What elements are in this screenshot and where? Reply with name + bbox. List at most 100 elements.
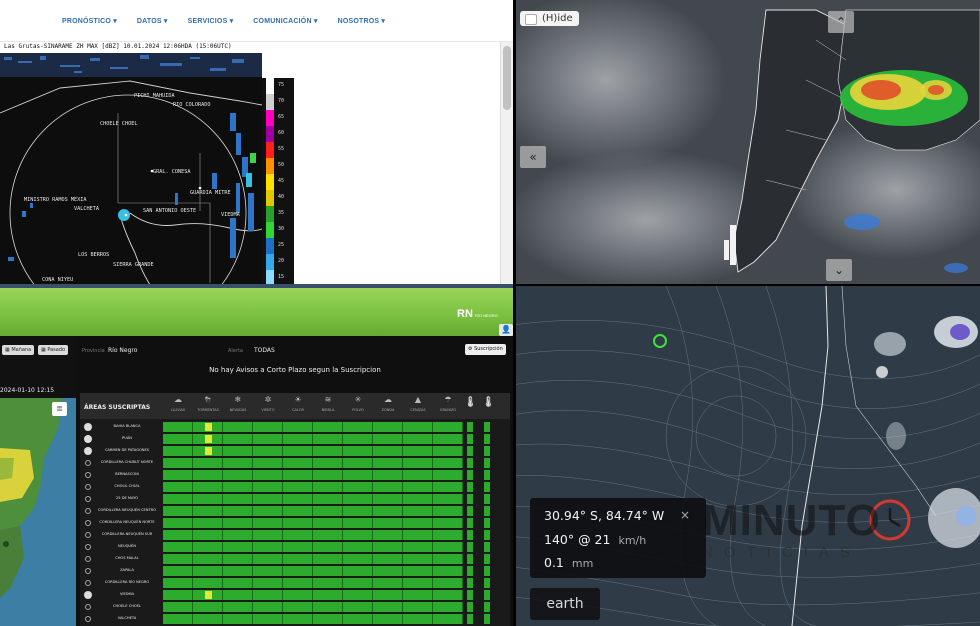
- hazard-cell[interactable]: [373, 602, 403, 612]
- hazard-cell[interactable]: [313, 446, 343, 456]
- hazard-cell[interactable]: [193, 542, 223, 552]
- hazard-cell[interactable]: [433, 494, 463, 504]
- manana-button[interactable]: ▦ Mañana: [2, 345, 35, 355]
- hazard-cell[interactable]: [433, 470, 463, 480]
- hazard-cell[interactable]: [193, 602, 223, 612]
- hazard-cell[interactable]: [163, 482, 193, 492]
- hazard-cell[interactable]: [223, 434, 253, 444]
- hazard-cell[interactable]: [163, 470, 193, 480]
- hazard-cell[interactable]: [313, 422, 343, 432]
- hazard-cell[interactable]: [373, 578, 403, 588]
- hazard-cell[interactable]: [283, 422, 313, 432]
- hazard-cell[interactable]: [283, 566, 313, 576]
- hazard-cell[interactable]: [163, 434, 193, 444]
- heat-cell[interactable]: [467, 554, 473, 564]
- hazard-cell[interactable]: [313, 554, 343, 564]
- hazard-cell[interactable]: [193, 566, 223, 576]
- hazard-cell[interactable]: [163, 578, 193, 588]
- hazard-cell[interactable]: [343, 422, 373, 432]
- hazard-cell[interactable]: [163, 494, 193, 504]
- heat-cell[interactable]: [467, 422, 473, 432]
- hazard-cell[interactable]: [283, 506, 313, 516]
- heat-cell[interactable]: [467, 482, 473, 492]
- subscription-button[interactable]: ⚙ Suscripción: [465, 344, 506, 355]
- hazard-cell[interactable]: [343, 554, 373, 564]
- area-checkbox[interactable]: [85, 532, 91, 538]
- location-marker[interactable]: [653, 334, 667, 348]
- hazard-cell[interactable]: [433, 506, 463, 516]
- hazard-cell[interactable]: [403, 446, 433, 456]
- page-scrollbar[interactable]: [500, 42, 513, 285]
- hazard-cell[interactable]: [403, 530, 433, 540]
- hazard-cell[interactable]: [223, 446, 253, 456]
- area-checkbox[interactable]: [85, 544, 91, 550]
- hazard-cell[interactable]: [433, 554, 463, 564]
- hazard-cell[interactable]: [193, 434, 223, 444]
- hazard-cell[interactable]: [193, 614, 223, 624]
- hazard-cell[interactable]: [403, 614, 433, 624]
- area-checkbox[interactable]: [85, 508, 91, 514]
- hazard-cell[interactable]: [283, 578, 313, 588]
- heat-cell[interactable]: [467, 530, 473, 540]
- hazard-cell[interactable]: [343, 494, 373, 504]
- nav-nosotros[interactable]: NOSOTROS ▾: [338, 17, 386, 25]
- hazard-cell[interactable]: [343, 566, 373, 576]
- hazard-cell[interactable]: [403, 554, 433, 564]
- hazard-cell[interactable]: [283, 614, 313, 624]
- hazard-cell[interactable]: [433, 434, 463, 444]
- heat-cell[interactable]: [467, 578, 473, 588]
- hazard-cell[interactable]: [403, 578, 433, 588]
- hazard-cell[interactable]: [253, 458, 283, 468]
- area-checkbox[interactable]: [84, 591, 92, 599]
- hazard-cell[interactable]: [283, 446, 313, 456]
- area-checkbox[interactable]: [84, 435, 92, 443]
- hazard-cell[interactable]: [373, 542, 403, 552]
- cold-cell[interactable]: [484, 434, 490, 444]
- hazard-cell[interactable]: [343, 590, 373, 600]
- hazard-cell[interactable]: [403, 434, 433, 444]
- hazard-cell[interactable]: [283, 482, 313, 492]
- hide-checkbox[interactable]: [525, 14, 537, 25]
- hazard-cell[interactable]: [253, 602, 283, 612]
- hazard-cell[interactable]: [373, 518, 403, 528]
- hazard-cell[interactable]: [373, 530, 403, 540]
- hazard-cell[interactable]: [403, 602, 433, 612]
- pasado-button[interactable]: ▦ Pasado: [38, 345, 69, 355]
- hazard-cell[interactable]: [433, 446, 463, 456]
- heat-cell[interactable]: [467, 590, 473, 600]
- area-checkbox[interactable]: [85, 556, 91, 562]
- hazard-cell[interactable]: [253, 446, 283, 456]
- hazard-cell[interactable]: [403, 458, 433, 468]
- hide-toggle-button[interactable]: (H)ide: [520, 11, 579, 26]
- hazard-cell[interactable]: [403, 494, 433, 504]
- cold-cell[interactable]: [484, 554, 490, 564]
- area-checkbox[interactable]: [85, 472, 91, 478]
- hazard-cell[interactable]: [163, 566, 193, 576]
- hazard-cell[interactable]: [373, 506, 403, 516]
- area-checkbox[interactable]: [85, 616, 91, 622]
- hazard-cell[interactable]: [373, 422, 403, 432]
- earth-menu-button[interactable]: earth: [530, 588, 600, 620]
- hazard-cell[interactable]: [193, 506, 223, 516]
- hazard-cell[interactable]: [313, 470, 343, 480]
- hazard-cell[interactable]: [253, 482, 283, 492]
- hazard-cell[interactable]: [253, 518, 283, 528]
- hazard-cell[interactable]: [343, 602, 373, 612]
- earth-wind-map[interactable]: MINUTO NOTICIAS 30.94° S, 84.74° W × 140…: [516, 286, 980, 626]
- hazard-cell[interactable]: [163, 530, 193, 540]
- heat-cell[interactable]: [467, 518, 473, 528]
- hazard-cell[interactable]: [313, 578, 343, 588]
- cold-cell[interactable]: [484, 566, 490, 576]
- cold-cell[interactable]: [484, 614, 490, 624]
- hazard-cell[interactable]: [223, 602, 253, 612]
- hazard-cell[interactable]: [193, 446, 223, 456]
- hazard-cell[interactable]: [283, 590, 313, 600]
- province-mini-map[interactable]: ≣: [0, 398, 76, 626]
- hazard-cell[interactable]: [253, 470, 283, 480]
- hazard-cell[interactable]: [433, 566, 463, 576]
- hazard-cell[interactable]: [433, 482, 463, 492]
- prev-button[interactable]: «: [520, 146, 546, 168]
- hazard-cell[interactable]: [163, 602, 193, 612]
- hazard-cell[interactable]: [253, 530, 283, 540]
- hazard-cell[interactable]: [253, 494, 283, 504]
